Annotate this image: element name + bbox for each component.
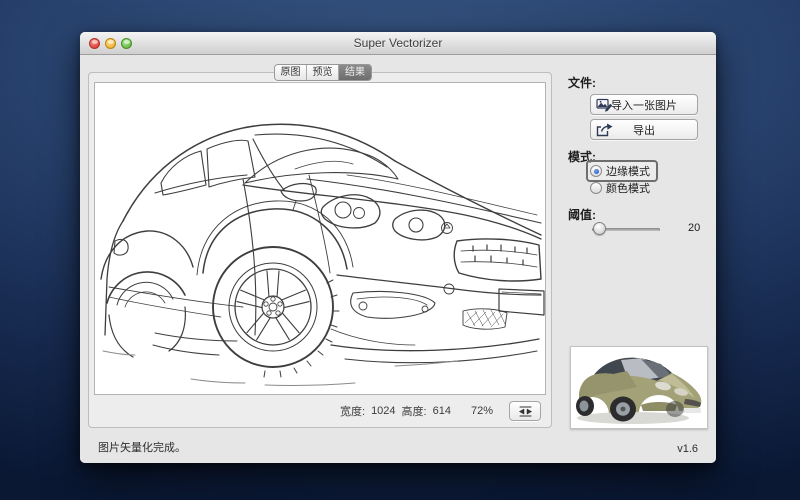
control-panel: 文件: 导入一张图片: [568, 56, 710, 463]
titlebar[interactable]: Super Vectorizer: [80, 32, 716, 55]
import-image-button[interactable]: 导入一张图片: [590, 94, 698, 115]
edge-mode-label: 边缘模式: [606, 163, 650, 179]
export-share-icon: [596, 123, 613, 137]
threshold-slider[interactable]: 20: [592, 222, 702, 236]
edge-mode-radio[interactable]: 边缘模式: [586, 160, 658, 182]
canvas-width-label: 宽度:: [340, 403, 365, 419]
status-message: 图片矢量化完成。: [98, 439, 186, 455]
threshold-value: 20: [688, 222, 700, 234]
vectorized-result-canvas: [94, 82, 546, 395]
color-mode-radio[interactable]: 颜色模式: [586, 180, 650, 196]
export-button[interactable]: 导出: [590, 119, 698, 140]
view-tabs: 原图 预览 结果: [274, 64, 372, 81]
tab-original[interactable]: 原图: [275, 65, 307, 80]
app-window: Super Vectorizer 原图 预览 结果: [80, 32, 716, 463]
tab-preview[interactable]: 预览: [307, 65, 339, 80]
thumbnail-car-photo: [571, 347, 707, 428]
fit-to-window-button[interactable]: [509, 401, 541, 421]
canvas-height-label: 高度:: [402, 403, 427, 419]
window-title: Super Vectorizer: [80, 32, 716, 54]
file-section-label: 文件:: [568, 74, 596, 91]
status-bar: 图片矢量化完成。 v1.6: [80, 437, 716, 463]
source-image-thumbnail: [570, 346, 708, 429]
export-label: 导出: [633, 122, 655, 138]
version-label: v1.6: [677, 443, 698, 455]
threshold-section-label: 阈值:: [568, 206, 596, 223]
radio-unselected-icon: [590, 182, 602, 194]
canvas-width-value: 1024: [371, 405, 395, 417]
fit-to-window-icon: [518, 406, 533, 417]
slider-knob[interactable]: [593, 222, 606, 235]
window-body: 原图 预览 结果: [80, 56, 716, 463]
canvas-height-value: 614: [433, 405, 451, 417]
radio-selected-icon: [590, 165, 602, 177]
color-mode-label: 颜色模式: [606, 180, 650, 196]
vectorized-car-sketch: [95, 83, 545, 394]
canvas-zoom-percent: 72%: [471, 405, 493, 417]
import-image-icon: [596, 98, 613, 112]
tab-result[interactable]: 结果: [339, 65, 371, 80]
canvas-groupbox: 宽度: 1024 高度: 614 72%: [88, 72, 552, 428]
import-image-label: 导入一张图片: [611, 97, 677, 113]
